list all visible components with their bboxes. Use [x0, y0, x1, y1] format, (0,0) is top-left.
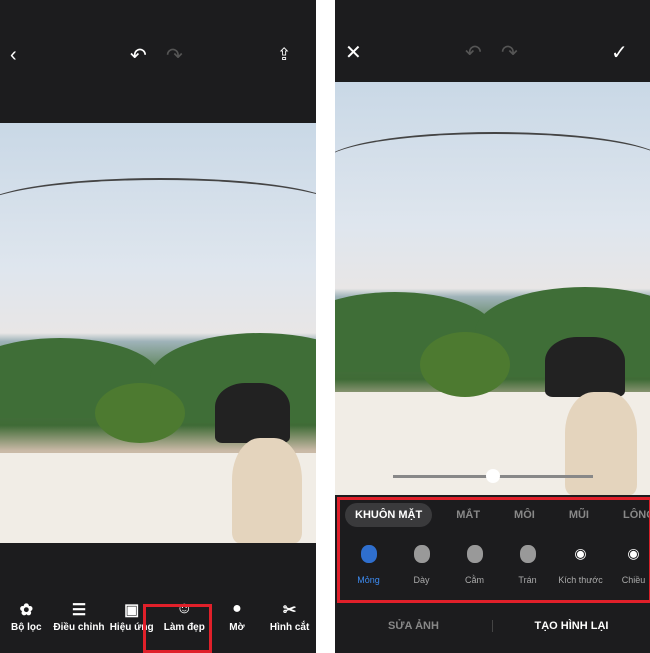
effects-icon: ▣: [124, 602, 140, 619]
sliders-icon: ☰: [71, 602, 87, 619]
tool-blur[interactable]: ● Mờ: [211, 600, 263, 633]
intensity-slider[interactable]: [393, 469, 593, 483]
filter-icon: ✿: [19, 602, 34, 619]
person-skirt: [565, 392, 637, 495]
chevron-left-icon[interactable]: ‹: [10, 45, 17, 65]
tab-edit-photo[interactable]: SỬA ẢNH: [335, 620, 492, 632]
editor-main-screen: ‹ ↶ ↷ ⇪ ✿ Bộ lọc ☰ Điều chỉnh ▣ Hiệu ứng ☺ L…: [0, 0, 316, 653]
redo-icon[interactable]: ↷: [501, 43, 518, 63]
tool-label: Mờ: [229, 622, 245, 633]
highlight-box: [143, 604, 212, 653]
close-icon[interactable]: ✕: [345, 43, 362, 63]
undo-icon[interactable]: ↶: [130, 46, 147, 66]
string-lights: [335, 132, 650, 192]
check-icon[interactable]: ✓: [611, 43, 628, 63]
tool-label: Hình cắt: [269, 622, 310, 633]
person: [545, 337, 625, 397]
string-lights: [0, 178, 316, 238]
mode-tabs: SỬA ẢNH TẠO HÌNH LẠI: [335, 620, 650, 632]
person-skirt: [232, 438, 302, 543]
person: [215, 383, 290, 443]
tool-filter[interactable]: ✿ Bộ lọc: [0, 600, 52, 633]
highlight-box: [337, 497, 650, 603]
scissors-icon: ✂: [282, 602, 297, 619]
tool-label: Điều chỉnh: [53, 622, 105, 633]
redo-icon[interactable]: ↷: [166, 46, 183, 66]
tool-adjust[interactable]: ☰ Điều chỉnh: [53, 600, 105, 633]
tool-label: Bộ lọc: [11, 622, 42, 633]
photo-preview: [335, 82, 650, 495]
tab-reshape[interactable]: TẠO HÌNH LẠI: [492, 620, 650, 632]
plant: [420, 332, 510, 397]
tool-cutout[interactable]: ✂ Hình cắt: [264, 600, 316, 633]
drop-icon: ●: [232, 600, 242, 617]
beauty-screen: ✕ ↶ ↷ ✓ KHUÔN MẶT MẮT MÔI MŨI LÔNG MÀY M…: [335, 0, 650, 653]
undo-icon[interactable]: ↶: [465, 43, 482, 63]
photo-preview: [0, 123, 316, 543]
plant: [95, 383, 185, 443]
slider-handle[interactable]: [486, 469, 500, 483]
share-icon[interactable]: ⇪: [277, 45, 291, 65]
